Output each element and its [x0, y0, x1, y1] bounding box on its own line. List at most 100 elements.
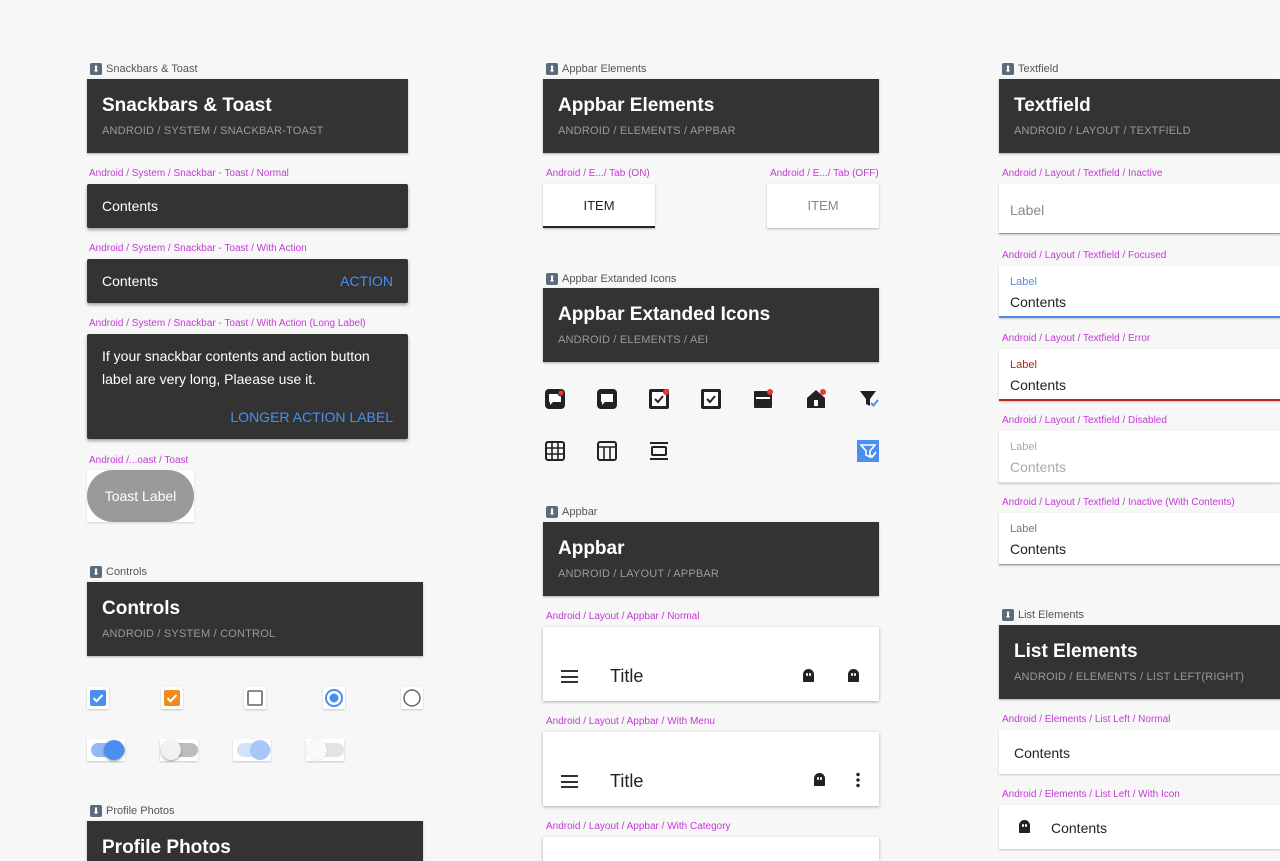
toggle-knob: [307, 740, 327, 760]
filter-check-selected-icon[interactable]: [857, 440, 879, 462]
list-item-normal[interactable]: Contents: [999, 730, 1280, 774]
grid-icon[interactable]: [543, 439, 567, 463]
header-title: Snackbars & Toast: [102, 95, 272, 116]
menu-icon[interactable]: [561, 670, 578, 683]
download-icon: ⬇: [546, 506, 558, 518]
textfield-inactive[interactable]: Label: [999, 184, 1280, 234]
toggle-on[interactable]: [87, 739, 125, 761]
ghost-icon[interactable]: [848, 669, 859, 682]
component-label: Android /...oast / Toast: [89, 455, 189, 466]
ghost-icon: [1019, 820, 1030, 833]
appbar-with-category: [543, 837, 879, 861]
list-item-contents: Contents: [1051, 820, 1108, 836]
list-item-with-icon[interactable]: Contents: [999, 805, 1280, 849]
carousel-icon[interactable]: [647, 439, 671, 463]
component-label: Android / Layout / Appbar / Normal: [546, 611, 700, 622]
snackbar-contents: Contents: [102, 273, 159, 289]
checkbox-checked-icon: [164, 690, 180, 706]
textfield-inactive-contents[interactable]: Label Contents: [999, 513, 1280, 565]
more-vert-icon[interactable]: [854, 772, 862, 788]
download-icon: ⬇: [1002, 609, 1014, 621]
snackbar-long[interactable]: If your snackbar contents and action but…: [87, 334, 408, 439]
header-title: Appbar: [558, 538, 625, 559]
textfield-label: Label: [1010, 359, 1037, 371]
tab-on[interactable]: ITEM: [543, 184, 655, 228]
header-title: Controls: [102, 598, 181, 619]
header-path: ANDROID / ELEMENTS / LIST LEFT(RIGHT): [1014, 671, 1245, 683]
header-title: Appbar Elements: [558, 95, 715, 116]
checkbox-alert-icon[interactable]: [647, 387, 671, 411]
component-label: Android / Layout / Textfield / Disabled: [1002, 415, 1167, 426]
checkbox-icon[interactable]: [699, 387, 723, 411]
download-icon: ⬇: [90, 805, 102, 817]
header-title: List Elements: [1014, 641, 1138, 662]
toggle-off[interactable]: [160, 739, 198, 761]
section-label-profile-photos: ⬇ Profile Photos: [90, 805, 174, 817]
checkbox-checked-blue[interactable]: [87, 687, 109, 709]
textfield-label: Label: [1010, 523, 1037, 535]
chat-bubble-alert-icon[interactable]: [543, 387, 567, 411]
textfield-header: Textfield ANDROID / LAYOUT / TEXTFIELD: [999, 79, 1280, 153]
checkbox-empty-icon: [247, 690, 263, 706]
toast: Toast Label: [87, 470, 194, 522]
list-item-contents: Contents: [1014, 745, 1071, 761]
controls-header: Controls ANDROID / SYSTEM / CONTROL: [87, 582, 423, 656]
component-label: Android / E.../ Tab (ON): [546, 168, 650, 179]
ghost-icon[interactable]: [803, 669, 814, 682]
component-label: Android / Layout / Textfield / Inactive: [1002, 168, 1163, 179]
home-alert-icon[interactable]: [804, 387, 828, 411]
filter-check-icon[interactable]: [857, 387, 881, 411]
download-icon: ⬇: [546, 273, 558, 285]
appbar-title: Title: [610, 771, 644, 791]
component-label: Android / Layout / Textfield / Error: [1002, 333, 1151, 344]
ghost-icon[interactable]: [814, 773, 825, 786]
snackbars-header: Snackbars & Toast ANDROID / SYSTEM / SNA…: [87, 79, 408, 153]
toast-frame: Toast Label: [87, 470, 194, 522]
header-title: Appbar Extanded Icons: [558, 304, 771, 325]
component-label: Android / System / Snackbar - Toast / No…: [89, 168, 289, 179]
download-icon: ⬇: [90, 63, 102, 75]
header-path: ANDROID / ELEMENTS / AEI: [558, 334, 709, 346]
download-icon: ⬇: [90, 566, 102, 578]
textfield-disabled[interactable]: Label Contents: [999, 431, 1280, 483]
toggle-on-disabled[interactable]: [233, 739, 271, 761]
component-label: Android / Layout / Textfield / Inactive …: [1002, 497, 1235, 508]
snackbar-action-button[interactable]: ACTION: [340, 273, 393, 289]
menu-icon[interactable]: [561, 775, 578, 788]
appbar-title: Title: [610, 666, 644, 686]
header-path: ANDROID / SYSTEM / SNACKBAR-TOAST: [102, 125, 324, 137]
textfield-value: Contents: [1010, 459, 1067, 475]
checkbox-checked-orange[interactable]: [161, 687, 183, 709]
textfield-error[interactable]: Label Contents: [999, 349, 1280, 401]
toggle-knob: [161, 740, 181, 760]
radio-empty-icon: [403, 689, 421, 707]
snackbar-contents-line1: If your snackbar contents and action but…: [102, 348, 370, 364]
toggle-off-disabled[interactable]: [306, 739, 344, 761]
calendar-alert-icon[interactable]: [751, 387, 775, 411]
checkbox-unchecked[interactable]: [244, 687, 266, 709]
snackbar-long-action-button[interactable]: LONGER ACTION LABEL: [230, 409, 393, 425]
textfield-value: Contents: [1010, 541, 1067, 557]
snackbar-normal[interactable]: Contents: [87, 184, 408, 228]
radio-unselected[interactable]: [401, 687, 423, 709]
snackbar-contents-line2: label are very long, Plaease use it.: [102, 371, 317, 387]
section-label-controls: ⬇ Controls: [90, 566, 147, 578]
snackbar-with-action[interactable]: Contents ACTION: [87, 259, 408, 303]
tab-off[interactable]: ITEM: [767, 184, 879, 228]
section-label-appbar-icons: ⬇ Appbar Extanded Icons: [546, 273, 676, 285]
radio-selected[interactable]: [323, 687, 345, 709]
toggle-knob: [104, 740, 124, 760]
component-label: Android / Elements / List Left / With Ic…: [1002, 789, 1180, 800]
profile-photos-header: Profile Photos: [87, 821, 423, 861]
chat-bubble-icon[interactable]: [595, 387, 619, 411]
component-label: Android / Layout / Appbar / With Categor…: [546, 821, 731, 832]
snackbar-contents: Contents: [102, 198, 159, 214]
textfield-label: Label: [1010, 276, 1037, 288]
header-path: ANDROID / ELEMENTS / APPBAR: [558, 125, 736, 137]
textfield-focused[interactable]: Label Contents: [999, 266, 1280, 318]
header-path: ANDROID / LAYOUT / TEXTFIELD: [1014, 125, 1191, 137]
textfield-value: Contents: [1010, 377, 1067, 393]
component-label: Android / E.../ Tab (OFF): [770, 168, 879, 179]
component-label: Android / Elements / List Left / Normal: [1002, 714, 1171, 725]
table-icon[interactable]: [595, 439, 619, 463]
